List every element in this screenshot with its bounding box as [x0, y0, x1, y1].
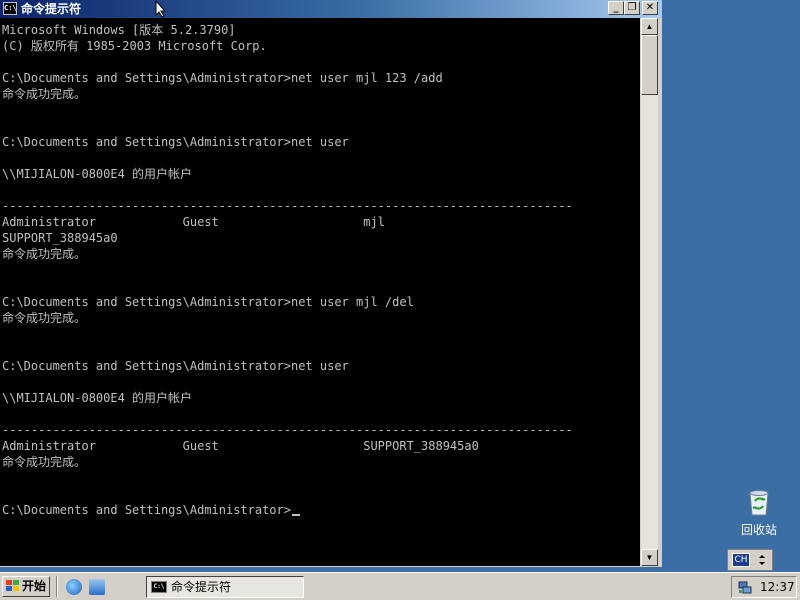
console-line: C:\Documents and Settings\Administrator>…: [2, 71, 443, 85]
console-line: Microsoft Windows [版本 5.2.3790]: [2, 23, 236, 37]
window-title: 命令提示符: [21, 2, 82, 16]
console-line: C:\Documents and Settings\Administrator>…: [2, 135, 349, 149]
command-prompt-window[interactable]: C:\ 命令提示符 _ ❐ ✕ Microsoft Windows [版本 5.…: [0, 0, 662, 567]
clock[interactable]: 12:37: [760, 579, 795, 595]
scroll-up-button[interactable]: ▲: [641, 18, 658, 35]
minimize-button[interactable]: _: [608, 1, 624, 15]
language-menu-arrow-icon[interactable]: [756, 552, 768, 568]
taskbar: 开始 C:\ 命令提示符 12:37: [0, 572, 800, 600]
prompt-text: C:\Documents and Settings\Administrator>: [2, 503, 291, 517]
mouse-cursor-icon: [155, 0, 167, 18]
prompt-line[interactable]: C:\Documents and Settings\Administrator>: [2, 502, 300, 518]
console-line: Administrator Guest SUPPORT_388945a0: [2, 439, 479, 453]
console-icon: C:\: [151, 581, 167, 593]
console-line: 命令成功完成。: [2, 87, 87, 101]
console-line: \\MIJIALON-0800E4 的用户帐户: [2, 391, 193, 405]
close-button[interactable]: ✕: [642, 1, 658, 15]
task-label: 命令提示符: [171, 580, 232, 594]
console-line: (C) 版权所有 1985-2003 Microsoft Corp.: [2, 39, 267, 53]
language-bar[interactable]: CH: [727, 549, 773, 571]
console-icon[interactable]: C:\: [3, 2, 17, 15]
console-output[interactable]: Microsoft Windows [版本 5.2.3790] (C) 版权所有…: [0, 18, 640, 566]
task-command-prompt[interactable]: C:\ 命令提示符: [146, 576, 304, 598]
console-line: ----------------------------------------…: [2, 199, 573, 213]
start-button[interactable]: 开始: [2, 576, 50, 597]
console-line: Administrator Guest mjl: [2, 215, 385, 229]
scroll-thumb[interactable]: [641, 35, 658, 95]
scroll-down-button[interactable]: ▼: [641, 549, 658, 566]
text-cursor: [291, 514, 300, 516]
start-label: 开始: [22, 579, 47, 593]
quicklaunch-separator: [56, 576, 58, 597]
recycle-bin-icon[interactable]: [744, 487, 774, 517]
console-line: ----------------------------------------…: [2, 423, 573, 437]
language-indicator[interactable]: CH: [732, 553, 750, 567]
network-icon[interactable]: [738, 580, 752, 594]
restore-button[interactable]: ❐: [624, 1, 640, 15]
window-titlebar[interactable]: C:\ 命令提示符 _ ❐ ✕: [0, 0, 662, 18]
windows-logo-icon: [6, 580, 19, 591]
recycle-bin-label[interactable]: 回收站: [728, 521, 790, 538]
console-line: 命令成功完成。: [2, 247, 87, 261]
console-line: \\MIJIALON-0800E4 的用户帐户: [2, 167, 193, 181]
vertical-scrollbar[interactable]: ▲ ▼: [641, 18, 658, 566]
console-line: C:\Documents and Settings\Administrator>…: [2, 359, 349, 373]
console-line: C:\Documents and Settings\Administrator>…: [2, 295, 414, 309]
console-line: 命令成功完成。: [2, 455, 87, 469]
internet-explorer-icon[interactable]: [66, 579, 82, 595]
system-tray: 12:37: [731, 576, 797, 598]
console-line: 命令成功完成。: [2, 311, 87, 325]
show-desktop-icon[interactable]: [89, 579, 105, 595]
console-line: SUPPORT_388945a0: [2, 231, 118, 245]
